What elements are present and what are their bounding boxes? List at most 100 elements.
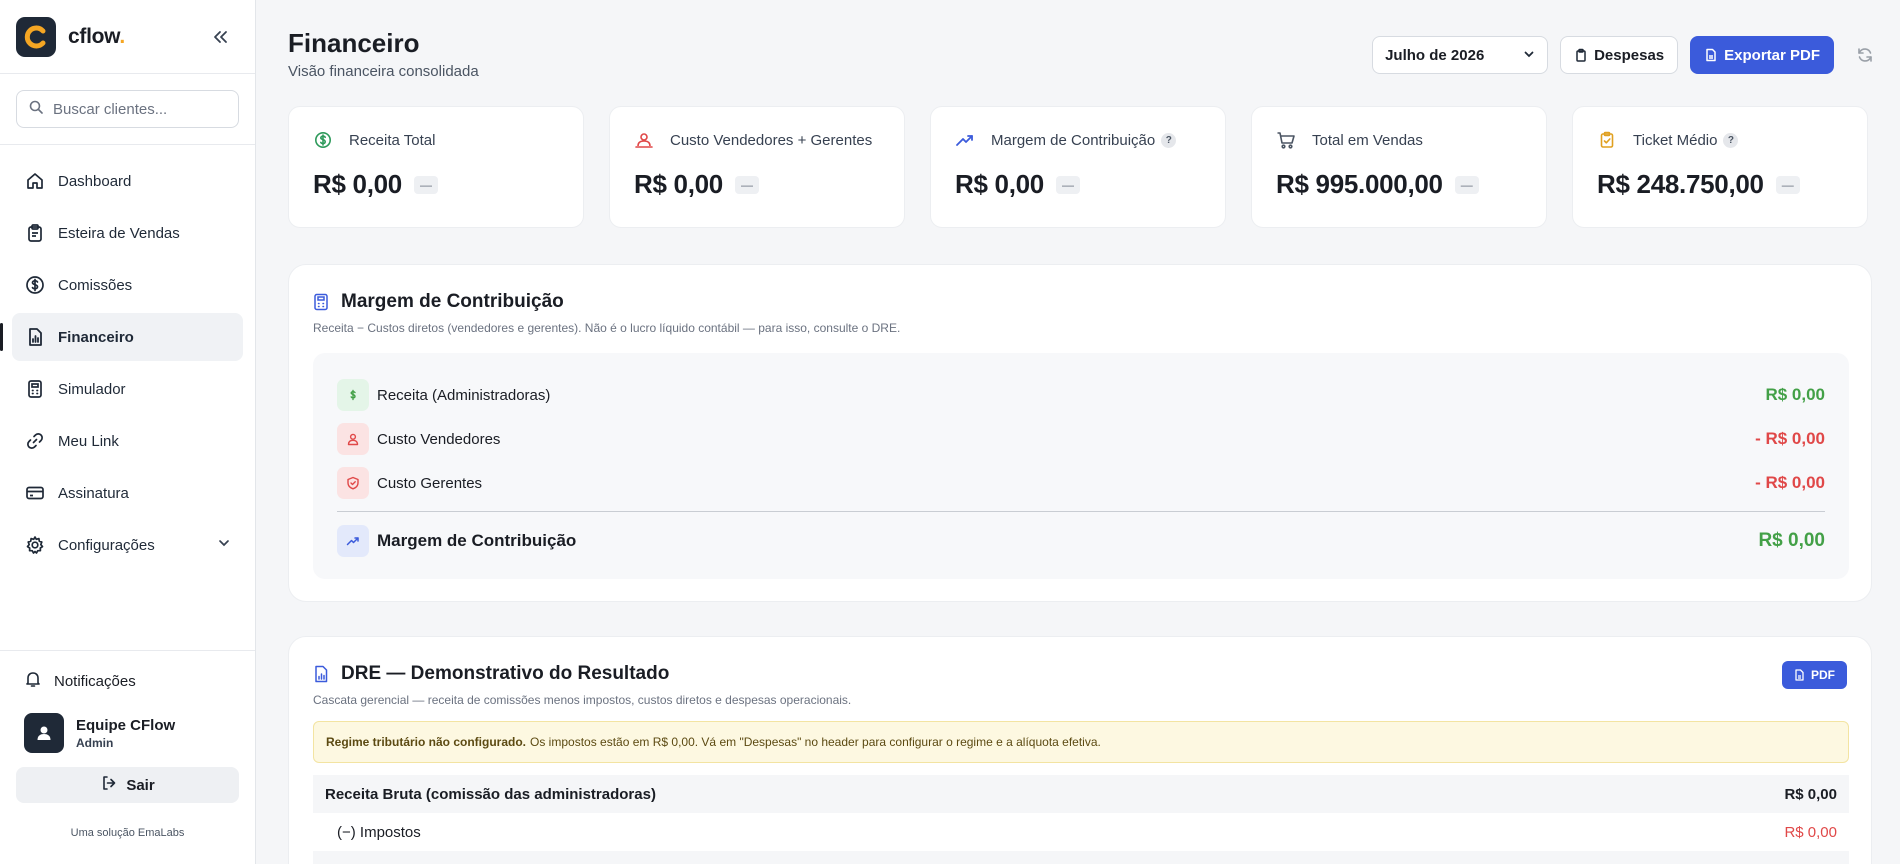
users-icon (634, 130, 654, 150)
margin-card-title: Margem de Contribuição (313, 291, 564, 313)
sidebar-item-label: Assinatura (58, 484, 129, 502)
kpi-value: R$ 995.000,00 (1276, 169, 1443, 199)
shield-icon (337, 467, 369, 499)
toolbar: Julho de 2026 Despesas Exportar PDF (1372, 36, 1880, 74)
export-pdf-button[interactable]: Exportar PDF (1690, 36, 1834, 74)
dre-card-subtitle: Cascata gerencial — receita de comissões… (313, 693, 852, 707)
logout-label: Sair (126, 776, 155, 794)
user-icon (337, 423, 369, 455)
cart-icon (1276, 130, 1296, 150)
margin-card-subtitle: Receita − Custos diretos (vendedores e g… (313, 321, 901, 335)
sidebar-item-label: Esteira de Vendas (58, 224, 180, 242)
sidebar-item-meu-link[interactable]: Meu Link (12, 417, 243, 465)
sidebar-footer: Notificações Equipe CFlow Admin Sair Uma… (0, 650, 255, 851)
dre-pdf-button[interactable]: PDF (1782, 661, 1847, 689)
kpi-change-badge: — (734, 175, 759, 194)
clipboard-icon (24, 222, 46, 244)
calculator-icon (24, 378, 46, 400)
sidebar-item-assinatura[interactable]: Assinatura (12, 469, 243, 517)
export-pdf-label: Exportar PDF (1724, 46, 1820, 64)
link-icon (24, 430, 46, 452)
kpi-card-custo-vendedores-gerentes: Custo Vendedores + Gerentes R$ 0,00 — (609, 106, 905, 228)
margin-row-receita: Receita (Administradoras) R$ 0,00 (337, 373, 1825, 417)
collapse-sidebar-icon[interactable] (208, 25, 232, 49)
sidebar-item-dashboard[interactable]: Dashboard (12, 157, 243, 205)
cflow-logo[interactable] (16, 16, 56, 57)
margin-total-row: Margem de Contribuição R$ 0,00 (337, 518, 1825, 564)
refresh-icon[interactable] (1850, 40, 1880, 70)
dre-row-value: R$ 0,00 (1784, 785, 1837, 803)
sidebar-nav: Dashboard Esteira de Vendas Comissões Fi… (0, 145, 255, 585)
logout-icon (100, 774, 118, 796)
sidebar-item-label: Dashboard (58, 172, 132, 190)
chevron-down-icon (1523, 47, 1535, 64)
month-select-value: Julho de 2026 (1385, 46, 1485, 64)
search-box[interactable] (16, 90, 239, 128)
dre-row-value: R$ 0,00 (1784, 823, 1837, 841)
kpi-card-margem-de-contribuicao: Margem de Contribuição ? R$ 0,00 — (930, 106, 1226, 228)
help-icon[interactable]: ? (1161, 132, 1177, 148)
kpi-value: R$ 0,00 (313, 169, 402, 199)
notifications-item[interactable]: Notificações (16, 663, 239, 699)
dre-row-next (313, 851, 1849, 864)
sidebar-item-label: Simulador (58, 380, 126, 398)
footer-note: Uma solução EmaLabs (70, 827, 185, 839)
kpi-value: R$ 248.750,00 (1597, 169, 1764, 199)
kpi-label: Total em Vendas (1312, 131, 1423, 149)
sidebar-item-configuracoes[interactable]: Configurações (12, 521, 243, 569)
report-icon (313, 665, 331, 683)
tax-regime-warning: Regime tributário não configurado. Os im… (313, 721, 1849, 763)
margin-card: Margem de Contribuição Receita − Custos … (288, 264, 1872, 602)
warning-title: Regime tributário não configurado. (326, 735, 527, 749)
margin-row-value: R$ 0,00 (1765, 385, 1825, 404)
margin-row-label: Custo Vendedores (377, 430, 501, 448)
bell-icon (24, 670, 42, 692)
expenses-button[interactable]: Despesas (1560, 36, 1679, 74)
dre-row-impostos: (−) Impostos R$ 0,00 (313, 813, 1849, 851)
file-icon (1704, 48, 1718, 62)
dollar-circle-icon (313, 130, 333, 150)
sidebar-item-label: Meu Link (58, 432, 119, 450)
dre-card: DRE — Demonstrativo do Resultado Cascata… (288, 636, 1872, 864)
file-icon (1794, 669, 1805, 681)
kpi-row: Receita Total R$ 0,00 — Custo Vendedores… (288, 106, 1893, 228)
sidebar-item-simulador[interactable]: Simulador (12, 365, 243, 413)
dollar-icon (337, 379, 369, 411)
margin-row-label: Custo Gerentes (377, 474, 483, 492)
sidebar-item-financeiro[interactable]: Financeiro (0, 313, 243, 361)
page-subtitle: Visão financeira consolidada (288, 63, 479, 80)
search-input[interactable] (53, 100, 213, 118)
sidebar-item-comissoes[interactable]: Comissões (12, 261, 243, 309)
kpi-card-total-em-vendas: Total em Vendas R$ 995.000,00 — (1251, 106, 1547, 228)
logout-button[interactable]: Sair (16, 767, 239, 803)
trend-up-icon (955, 130, 975, 150)
trend-up-icon (337, 525, 369, 557)
sidebar-item-label: Financeiro (58, 328, 134, 346)
clipboard-check-icon (1597, 130, 1617, 150)
user-name: Equipe CFlow (76, 716, 176, 734)
sidebar-item-esteira-de-vendas[interactable]: Esteira de Vendas (12, 209, 243, 257)
margin-breakdown: Receita (Administradoras) R$ 0,00 Custo … (313, 353, 1849, 579)
clipboard-icon (1574, 48, 1588, 62)
calculator-icon (313, 293, 331, 311)
margin-row-custo-gerentes: Custo Gerentes - R$ 0,00 (337, 461, 1825, 505)
brand-name: cflow. (68, 24, 125, 48)
chevron-down-icon (217, 536, 231, 554)
kpi-value: R$ 0,00 (634, 169, 723, 199)
kpi-label: Receita Total (349, 131, 436, 149)
kpi-label: Ticket Médio (1633, 131, 1718, 149)
gear-icon (24, 534, 46, 556)
help-icon[interactable]: ? (1723, 132, 1739, 148)
kpi-change-badge: — (1454, 175, 1479, 194)
home-icon (24, 170, 46, 192)
search-section (0, 74, 255, 145)
kpi-card-receita-total: Receita Total R$ 0,00 — (288, 106, 584, 228)
margin-row-value: - R$ 0,00 (1755, 429, 1825, 448)
dre-pdf-label: PDF (1811, 668, 1835, 682)
kpi-change-badge: — (413, 175, 438, 194)
user-profile[interactable]: Equipe CFlow Admin (16, 713, 239, 753)
month-select[interactable]: Julho de 2026 (1372, 36, 1549, 74)
margin-total-value: R$ 0,00 (1758, 530, 1825, 551)
margin-row-custo-vendedores: Custo Vendedores - R$ 0,00 (337, 417, 1825, 461)
kpi-label: Margem de Contribuição (991, 131, 1156, 149)
